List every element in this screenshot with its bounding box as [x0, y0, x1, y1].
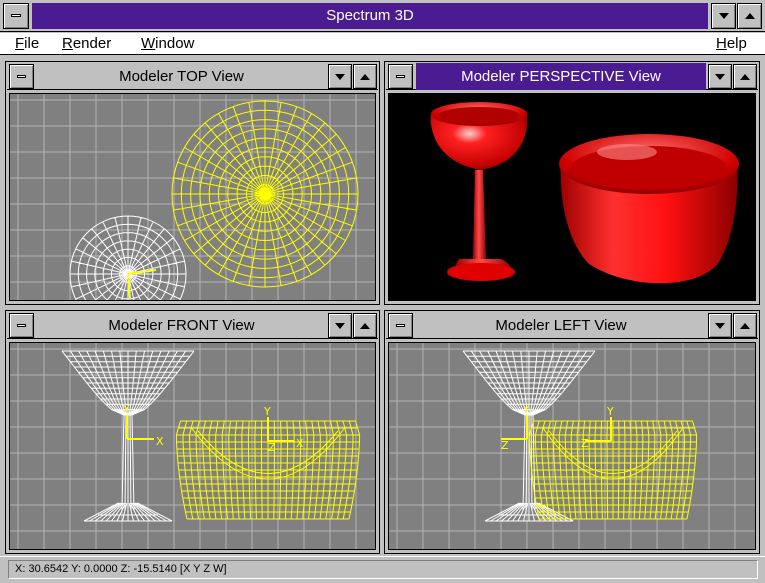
axis-label-y: Y [522, 403, 530, 416]
front-view-maximize-button[interactable] [353, 313, 377, 338]
perspective-view-window[interactable]: Modeler PERSPECTIVE View [384, 61, 760, 305]
perspective-view-title: Modeler PERSPECTIVE View [416, 63, 706, 90]
status-bar: X: 30.6542 Y: 0.0000 Z: -15.5140 [X Y Z … [0, 556, 765, 583]
maximize-arrow-icon [360, 73, 370, 80]
menu-bar: File Render Window Help [0, 33, 765, 55]
maximize-arrow-icon [740, 322, 750, 329]
axis-label-y: Y [263, 405, 271, 418]
menu-file[interactable]: File [15, 35, 39, 53]
axis-label-x: X [156, 435, 164, 448]
wireframe-mesh [69, 215, 187, 300]
minimize-arrow-icon [715, 73, 725, 80]
front-view-window[interactable]: Modeler FRONT View X Y X Y Z [5, 310, 380, 554]
front-view-title: Modeler FRONT View [108, 317, 255, 334]
perspective-view-canvas[interactable] [389, 94, 756, 301]
maximize-arrow-icon [744, 13, 755, 19]
app-system-menu-button[interactable] [3, 3, 29, 29]
front-view-caption[interactable]: Modeler FRONT View [7, 312, 378, 339]
system-menu-icon [17, 74, 26, 78]
minimize-arrow-icon [718, 13, 729, 19]
maximize-arrow-icon [740, 73, 750, 80]
left-view-title: Modeler LEFT View [495, 317, 627, 334]
left-view-maximize-button[interactable] [733, 313, 757, 338]
top-view-caption[interactable]: Modeler TOP View [7, 63, 378, 90]
menu-window[interactable]: Window [141, 35, 194, 53]
minimize-arrow-icon [715, 322, 725, 329]
axis-label-y: Y [606, 405, 614, 418]
top-view-title: Modeler TOP View [119, 68, 244, 85]
front-view-minimize-button[interactable] [328, 313, 352, 338]
goblet-render[interactable] [430, 102, 528, 281]
app-minimize-button[interactable] [711, 3, 736, 29]
app-title: Spectrum 3D [32, 3, 708, 29]
system-menu-icon [11, 14, 21, 17]
system-menu-icon [17, 323, 26, 327]
perspective-view-minimize-button[interactable] [708, 64, 732, 89]
top-view-minimize-button[interactable] [328, 64, 352, 89]
app-title-bar: Spectrum 3D [0, 0, 765, 32]
axis-label-z: Z [501, 439, 509, 452]
coordinate-readout: X: 30.6542 Y: 0.0000 Z: -15.5140 [X Y Z … [8, 560, 758, 579]
wireframe-mesh [528, 420, 698, 520]
bowl-axes-front: X Y Z [263, 405, 304, 454]
perspective-view-maximize-button[interactable] [733, 64, 757, 89]
perspective-view-viewport[interactable] [388, 93, 756, 301]
system-menu-icon [396, 74, 405, 78]
axis-label-x: X [296, 437, 304, 450]
left-view-caption[interactable]: Modeler LEFT View [386, 312, 758, 339]
axis-label-z: Z [268, 441, 276, 454]
minimize-arrow-icon [335, 322, 345, 329]
maximize-arrow-icon [360, 322, 370, 329]
front-view-viewport[interactable]: X Y X Y Z [9, 342, 376, 550]
left-view-viewport[interactable]: Z Y Z Y [388, 342, 756, 550]
left-view-minimize-button[interactable] [708, 313, 732, 338]
top-view-canvas[interactable] [10, 94, 376, 301]
menu-render[interactable]: Render [62, 35, 111, 53]
top-view-system-menu-button[interactable] [9, 64, 34, 89]
perspective-view-caption[interactable]: Modeler PERSPECTIVE View [386, 63, 758, 90]
bowl-render[interactable] [559, 134, 739, 284]
top-view-window[interactable]: Modeler TOP View [5, 61, 380, 305]
perspective-view-system-menu-button[interactable] [388, 64, 413, 89]
left-view-window[interactable]: Modeler LEFT View Z Y Z Y [384, 310, 760, 554]
axis-label-y: Y [122, 403, 130, 416]
top-view-maximize-button[interactable] [353, 64, 377, 89]
app-maximize-button[interactable] [737, 3, 762, 29]
minimize-arrow-icon [335, 73, 345, 80]
axis-label-z: Z [581, 437, 589, 450]
front-view-canvas[interactable]: X Y X Y Z [10, 343, 376, 550]
left-view-system-menu-button[interactable] [388, 313, 413, 338]
front-view-system-menu-button[interactable] [9, 313, 34, 338]
system-menu-icon [396, 323, 405, 327]
top-view-viewport[interactable] [9, 93, 376, 301]
bowl-wireframe-left[interactable] [528, 420, 698, 520]
goblet-wireframe-top[interactable] [69, 215, 187, 301]
menu-help[interactable]: Help [716, 35, 747, 53]
left-view-canvas[interactable]: Z Y Z Y [389, 343, 756, 550]
